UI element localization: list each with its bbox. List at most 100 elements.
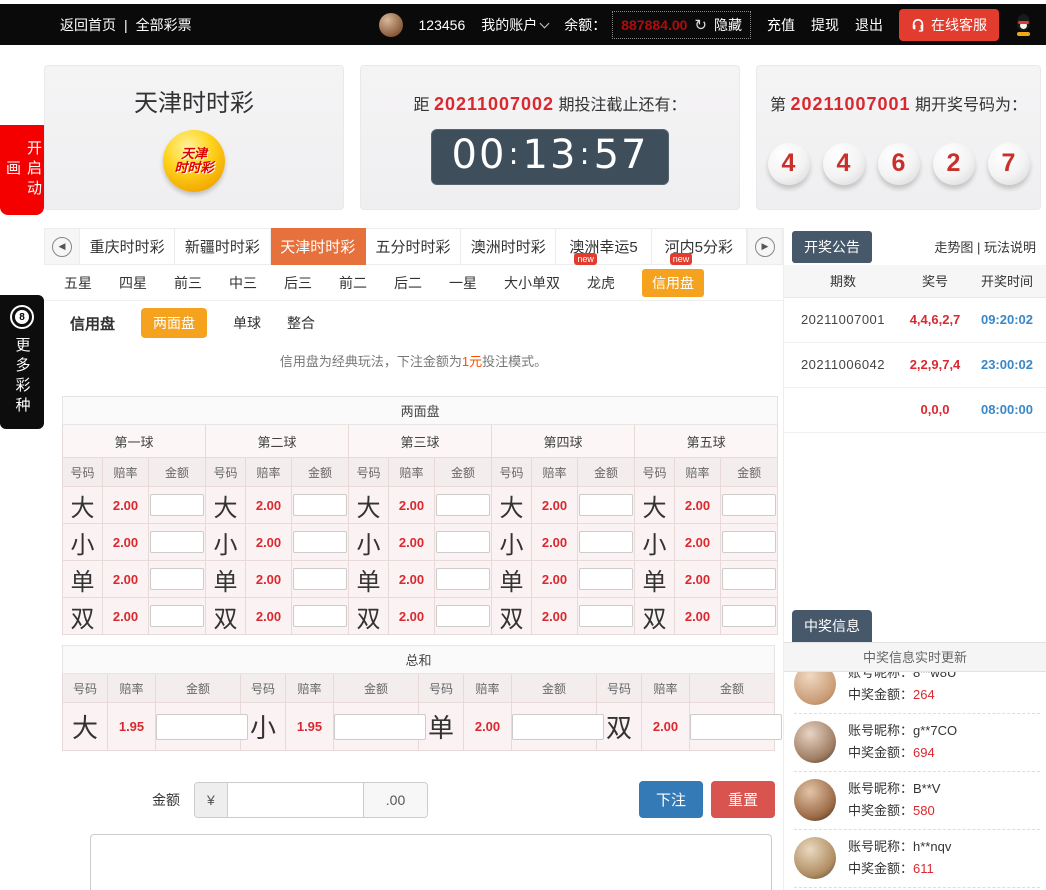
col-header: 金额	[149, 458, 206, 487]
bet-option-big: 大	[635, 487, 675, 524]
logout-link[interactable]: 退出	[855, 15, 883, 35]
bet-amount-input[interactable]	[150, 605, 204, 627]
tab-chongqing[interactable]: 重庆时时彩	[80, 228, 175, 265]
tab-aozhou[interactable]: 澳洲时时彩	[461, 228, 556, 265]
bet-amount-input[interactable]	[436, 531, 490, 553]
reset-button[interactable]: 重置	[711, 781, 775, 818]
tabs-prev-button[interactable]: ◀	[44, 228, 80, 265]
tab-xinjiang[interactable]: 新疆时时彩	[175, 228, 270, 265]
bet-amount-input[interactable]	[512, 714, 604, 740]
bet-amount-input[interactable]	[690, 714, 782, 740]
odds-value: 2.00	[675, 487, 721, 524]
history-numbers: 4,4,6,2,7	[902, 297, 968, 342]
rules-link[interactable]: 玩法说明	[984, 240, 1036, 255]
trend-chart-link[interactable]: 走势图	[934, 240, 973, 255]
bet-amount-input[interactable]	[156, 714, 248, 740]
playtab-zhongsan[interactable]: 中三	[229, 273, 257, 293]
bet-option-small: 小	[492, 524, 532, 561]
playtab-qianer[interactable]: 前二	[339, 273, 367, 293]
tab-aozhou-lucky5[interactable]: 澳洲幸运5new	[556, 228, 651, 265]
tab-wufen[interactable]: 五分时时彩	[366, 228, 461, 265]
credit-mode-title: 信用盘	[70, 313, 115, 334]
bet-amount-input[interactable]	[722, 494, 776, 516]
winners-list[interactable]: 账号昵称：8**w8U 中奖金额：264 账号昵称：g**7CO 中奖金额：69…	[784, 672, 1046, 890]
bet-amount-input[interactable]	[150, 568, 204, 590]
play-type-tabs: 五星 四星 前三 中三 后三 前二 后二 一星 大小单双 龙虎 信用盘	[44, 265, 783, 301]
result-ball: 2	[933, 143, 975, 185]
customer-service-button[interactable]: 在线客服	[899, 9, 999, 41]
playtab-sixing[interactable]: 四星	[119, 273, 147, 293]
mode-single-ball[interactable]: 单球	[233, 313, 261, 333]
headset-icon	[911, 18, 925, 32]
bet-amount-input[interactable]	[579, 568, 633, 590]
draw-history-table: 期数 奖号 开奖时间 20211007001 4,4,6,2,7 09:20:0…	[784, 265, 1046, 433]
place-bet-button[interactable]: 下注	[639, 781, 703, 818]
bet-option-odd: 单	[635, 561, 675, 598]
col-header: 赔率	[103, 458, 149, 487]
playtab-longhu[interactable]: 龙虎	[587, 273, 615, 293]
tab-henei-5fen[interactable]: 河内5分彩new	[652, 228, 747, 265]
nav-separator: |	[124, 17, 128, 33]
refresh-icon[interactable]: ↻	[694, 16, 707, 34]
odds-value: 2.00	[532, 524, 578, 561]
table-title: 总和	[63, 646, 775, 674]
top-navbar: 返回首页 | 全部彩票 123456 我的账户 余额： 887884.00 ↻ …	[0, 4, 1046, 45]
bet-amount-input[interactable]	[436, 494, 490, 516]
odds-value: 2.00	[464, 703, 512, 751]
playtab-daxiaodanshuang[interactable]: 大小单双	[504, 273, 560, 293]
amount-input[interactable]	[228, 783, 363, 817]
bet-amount-input[interactable]	[436, 605, 490, 627]
amount-input-group: ¥ .00	[194, 782, 428, 818]
bet-amount-input[interactable]	[579, 494, 633, 516]
playtab-houer[interactable]: 后二	[394, 273, 422, 293]
bet-amount-input[interactable]	[722, 531, 776, 553]
next-issue-number: 20211007002	[434, 94, 554, 114]
col-header: 号码	[63, 458, 103, 487]
tabs-next-button[interactable]: ▶	[747, 228, 783, 265]
col-header: 赔率	[389, 458, 435, 487]
announcement-button[interactable]: 开奖公告	[792, 231, 872, 263]
countdown-suffix: 期投注截止还有：	[559, 97, 687, 114]
playtab-xinyongpan[interactable]: 信用盘	[642, 269, 704, 297]
mode-two-side[interactable]: 两面盘	[141, 308, 207, 338]
mode-combined[interactable]: 整合	[287, 313, 315, 333]
playtab-yixing[interactable]: 一星	[449, 273, 477, 293]
qq-icon[interactable]	[1015, 14, 1032, 36]
home-link[interactable]: 返回首页	[60, 15, 116, 35]
col-header: 金额	[156, 674, 241, 703]
eight-ball-icon: 8	[10, 305, 34, 329]
bet-amount-input[interactable]	[150, 494, 204, 516]
winner-name: B**V	[913, 781, 940, 796]
bet-amount-input[interactable]	[293, 494, 347, 516]
bet-amount-input[interactable]	[722, 568, 776, 590]
bet-amount-input[interactable]	[579, 605, 633, 627]
odds-value: 2.00	[642, 703, 690, 751]
all-lottery-link[interactable]: 全部彩票	[136, 15, 192, 35]
tab-tianjin[interactable]: 天津时时彩	[271, 228, 366, 265]
recharge-link[interactable]: 充值	[767, 15, 795, 35]
withdraw-link[interactable]: 提现	[811, 15, 839, 35]
bet-option-even: 双	[63, 598, 103, 635]
playtab-qiansan[interactable]: 前三	[174, 273, 202, 293]
my-account-menu[interactable]: 我的账户	[481, 15, 548, 35]
bet-amount-input[interactable]	[722, 605, 776, 627]
bet-amount-input[interactable]	[293, 568, 347, 590]
enable-animation-button[interactable]: 开启动画	[0, 125, 44, 215]
bet-amount-input[interactable]	[334, 714, 426, 740]
hide-balance-button[interactable]: 隐藏	[714, 15, 742, 35]
winners-info-button[interactable]: 中奖信息	[792, 610, 872, 642]
bet-amount-input[interactable]	[436, 568, 490, 590]
bet-amount-input[interactable]	[150, 531, 204, 553]
chevron-down-icon	[540, 18, 550, 28]
result-ball: 7	[988, 143, 1030, 185]
bet-amount-input[interactable]	[293, 605, 347, 627]
more-lotteries-button[interactable]: 8 更多彩种	[0, 295, 44, 429]
winner-item: 账号昵称：B**V 中奖金额：580	[794, 772, 1040, 830]
playtab-wuxing[interactable]: 五星	[64, 273, 92, 293]
bet-option-even: 双	[635, 598, 675, 635]
winners-live-header: 中奖信息实时更新	[784, 642, 1046, 672]
bet-amount-input[interactable]	[579, 531, 633, 553]
bet-option-big: 大	[349, 487, 389, 524]
bet-amount-input[interactable]	[293, 531, 347, 553]
playtab-housan[interactable]: 后三	[284, 273, 312, 293]
